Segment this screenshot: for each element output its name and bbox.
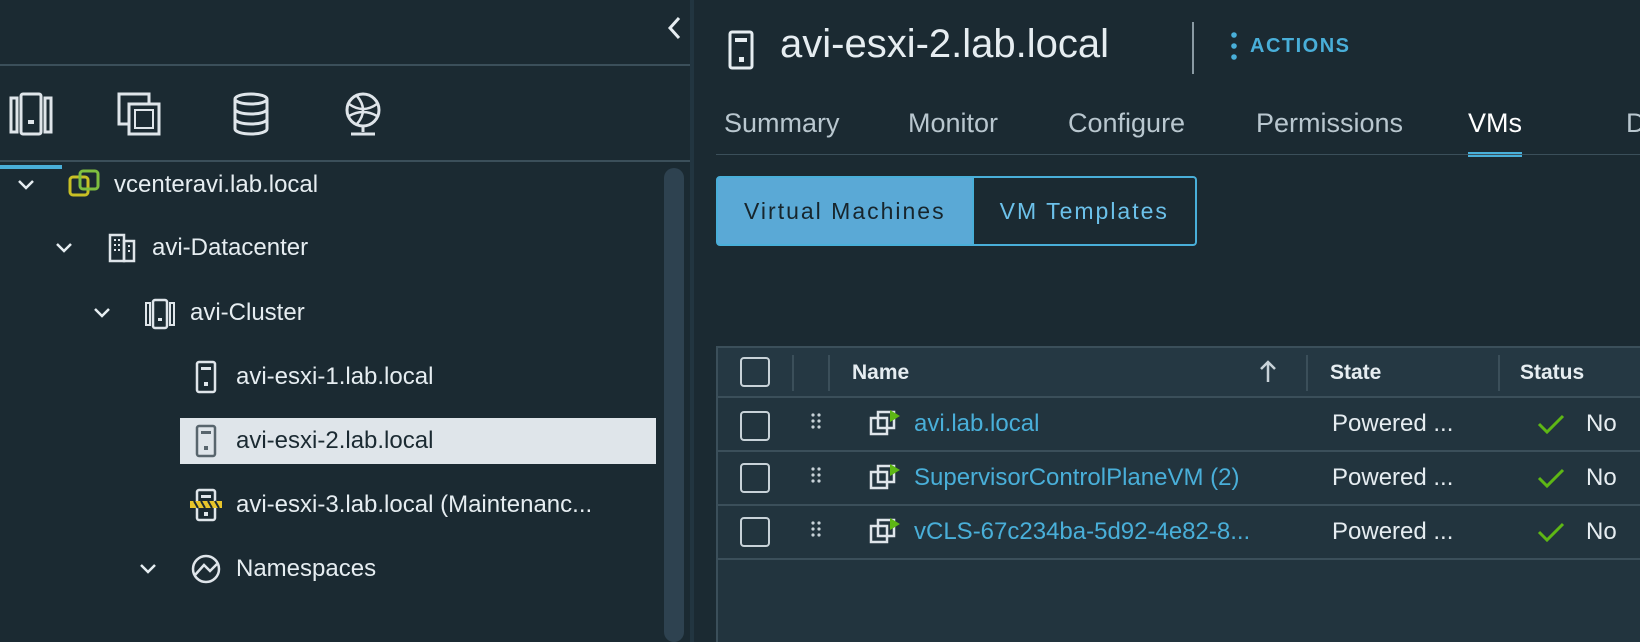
tree-item-label: avi-Cluster (190, 299, 305, 326)
actions-menu-button[interactable]: ACTIONS (1228, 30, 1351, 62)
vm-datagrid: Name State Status avi.lab.local Powered … (716, 346, 1640, 642)
divider (1192, 22, 1194, 74)
vm-name-link[interactable]: avi.lab.local (914, 410, 1039, 438)
datacenter-icon (104, 230, 140, 266)
vm-status: No (1586, 410, 1617, 437)
virtual-machines-button[interactable]: Virtual Machines (716, 176, 974, 246)
page-title: avi-esxi-2.lab.local (780, 22, 1110, 66)
tree-item-label: avi-esxi-1.lab.local (236, 363, 434, 390)
chevron-down-icon[interactable] (14, 173, 38, 197)
tab-configure[interactable]: Configure (1068, 108, 1185, 139)
tab-vms[interactable]: VMs (1468, 108, 1522, 157)
object-tabs: Summary Monitor Configure Permissions VM… (724, 104, 1640, 157)
column-header-name[interactable]: Name (852, 361, 909, 385)
chevron-down-icon[interactable] (136, 557, 160, 581)
vcenter-icon (66, 167, 102, 203)
networking-tab[interactable] (332, 90, 394, 160)
vm-powered-on-icon (868, 408, 902, 445)
tree-item-label: avi-esxi-3.lab.local (Maintenanc... (236, 491, 593, 518)
navigator-panel: vcenteravi.lab.local avi-Datacenter avi-… (0, 0, 690, 642)
vm-state: Powered ... (1332, 518, 1454, 545)
drag-handle-icon[interactable] (810, 412, 822, 435)
divider (0, 64, 690, 66)
check-icon (1536, 466, 1566, 495)
vm-status: No (1586, 464, 1617, 491)
actions-label: ACTIONS (1250, 34, 1351, 57)
hosts-clusters-tab[interactable] (0, 90, 62, 169)
row-checkbox[interactable] (740, 411, 770, 441)
drag-handle-icon[interactable] (810, 466, 822, 489)
tree-item-namespaces[interactable]: Namespaces (136, 546, 376, 592)
column-separator (792, 355, 794, 391)
navigator-tabs (0, 90, 690, 169)
hosts-clusters-icon (9, 92, 53, 136)
vm-powered-on-icon (868, 462, 902, 499)
row-checkbox[interactable] (740, 517, 770, 547)
collapse-navigator-button[interactable] (660, 12, 688, 44)
host-maintenance-icon (188, 487, 224, 523)
content-panel: avi-esxi-2.lab.local ACTIONS Summary Mon… (694, 0, 1640, 642)
check-icon (1536, 520, 1566, 549)
tree-item-label: avi-Datacenter (152, 234, 309, 261)
vm-name-link[interactable]: vCLS-67c234ba-5d92-4e82-8... (914, 518, 1250, 546)
table-row[interactable]: vCLS-67c234ba-5d92-4e82-8... Powered ...… (718, 506, 1640, 560)
tree-item-label: Namespaces (236, 555, 377, 582)
vm-state: Powered ... (1332, 410, 1454, 437)
column-separator[interactable] (828, 355, 830, 391)
divider (716, 154, 1640, 155)
tree-item-label: vcenteravi.lab.local (114, 171, 319, 198)
table-row[interactable]: avi.lab.local Powered ... No (718, 398, 1640, 452)
tree-item-label: avi-esxi-2.lab.local (236, 427, 434, 454)
column-separator[interactable] (1498, 355, 1500, 391)
table-row[interactable]: SupervisorControlPlaneVM (2) Powered ...… (718, 452, 1640, 506)
host-icon (188, 423, 224, 459)
column-separator[interactable] (1306, 355, 1308, 391)
vms-templates-tab[interactable] (108, 90, 170, 160)
globe-icon (345, 92, 381, 136)
vertical-ellipsis-icon (1231, 32, 1237, 60)
chevron-down-icon[interactable] (90, 301, 114, 325)
vm-name-link[interactable]: SupervisorControlPlaneVM (2) (914, 464, 1239, 492)
check-icon (1536, 412, 1566, 441)
host-icon (188, 359, 224, 395)
tree-item-datacenter[interactable]: avi-Datacenter (52, 225, 308, 271)
tree-item-host-1[interactable]: avi-esxi-1.lab.local (180, 354, 433, 400)
tab-permissions[interactable]: Permissions (1256, 108, 1403, 139)
vm-status: No (1586, 518, 1617, 545)
chevron-down-icon[interactable] (52, 236, 76, 260)
tab-datastores[interactable]: D (1626, 108, 1640, 139)
vm-type-toggle: Virtual Machines VM Templates (716, 176, 1197, 246)
vm-templates-button[interactable]: VM Templates (973, 176, 1197, 246)
tab-monitor[interactable]: Monitor (908, 108, 998, 139)
row-checkbox[interactable] (740, 463, 770, 493)
tab-summary[interactable]: Summary (724, 108, 840, 139)
column-header-state[interactable]: State (1330, 361, 1381, 385)
database-icon (233, 92, 269, 136)
select-all-checkbox[interactable] (740, 357, 770, 387)
namespaces-icon (188, 551, 224, 587)
tree-scrollbar[interactable] (664, 168, 684, 642)
tree-item-vcenter[interactable]: vcenteravi.lab.local (14, 162, 318, 208)
datagrid-header: Name State Status (718, 348, 1640, 398)
vm-powered-on-icon (868, 516, 902, 553)
storage-tab[interactable] (220, 90, 282, 160)
sort-ascending-icon[interactable] (1258, 358, 1278, 389)
tree-item-cluster[interactable]: avi-Cluster (90, 290, 305, 336)
vms-templates-icon (117, 92, 161, 136)
host-icon (726, 30, 756, 75)
vm-state: Powered ... (1332, 464, 1454, 491)
tree-item-host-3[interactable]: avi-esxi-3.lab.local (Maintenanc... (180, 482, 592, 528)
cluster-icon (142, 295, 178, 331)
chevron-left-icon (667, 16, 681, 40)
column-header-status[interactable]: Status (1520, 361, 1584, 385)
tree-item-host-2[interactable]: avi-esxi-2.lab.local (180, 418, 656, 464)
drag-handle-icon[interactable] (810, 520, 822, 543)
